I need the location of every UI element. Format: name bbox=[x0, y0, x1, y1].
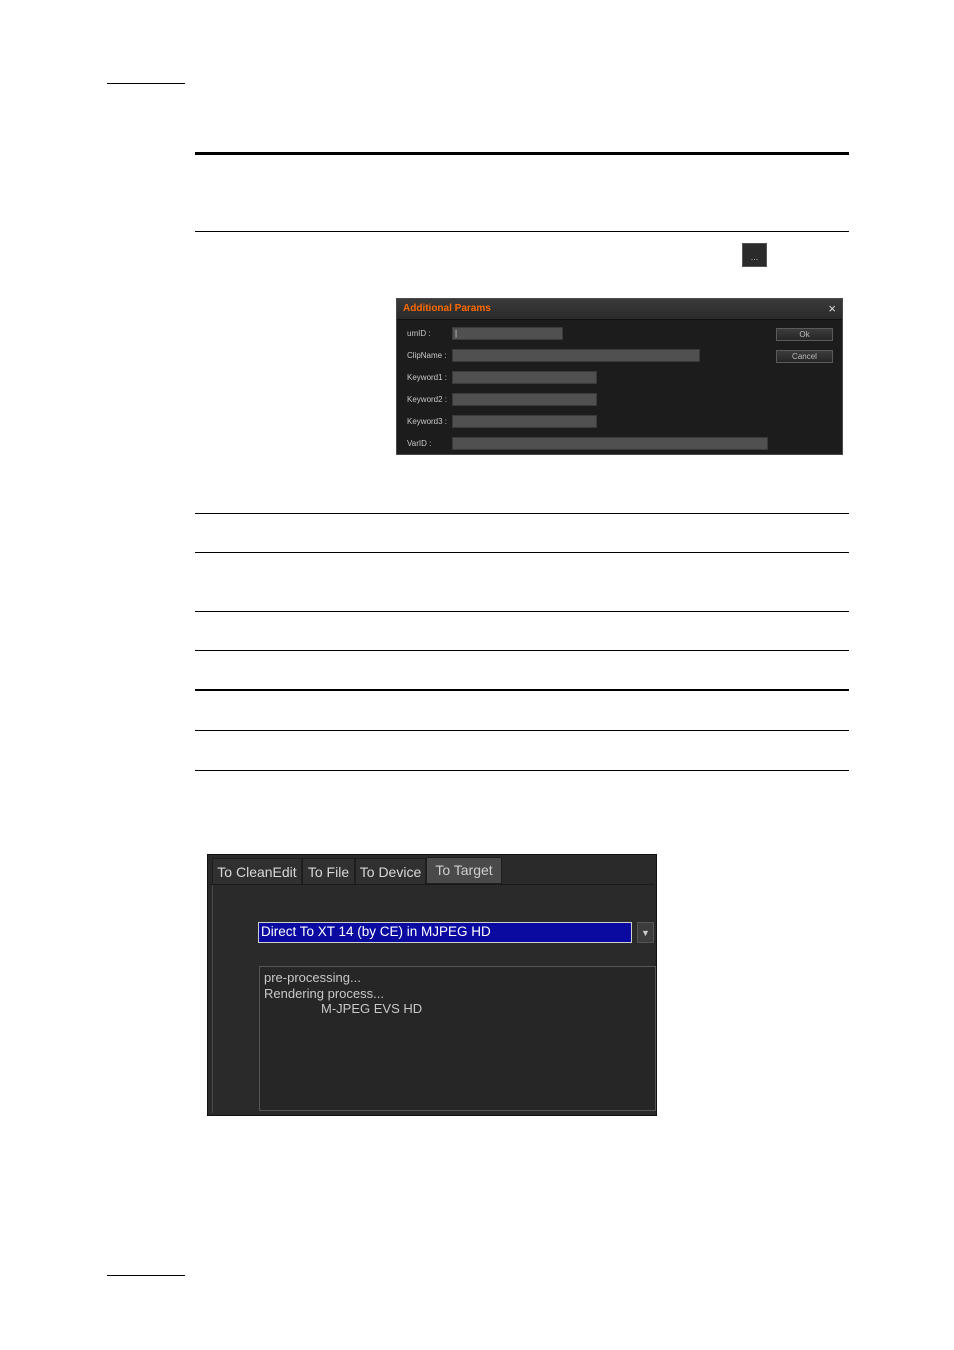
tab-to-cleanedit[interactable]: To CleanEdit bbox=[212, 858, 302, 885]
keyword2-label: Keyword2 : bbox=[407, 395, 448, 404]
table-thick-rule bbox=[195, 689, 849, 691]
table-top-rule bbox=[195, 152, 849, 155]
target-panel: To CleanEdit To File To Device To Target… bbox=[207, 854, 657, 1116]
table-rule bbox=[195, 231, 849, 232]
target-select[interactable]: Direct To XT 14 (by CE) in MJPEG HD bbox=[258, 922, 632, 943]
tab-to-file[interactable]: To File bbox=[302, 858, 355, 885]
tab-divider bbox=[210, 884, 654, 885]
log-line: Rendering process... bbox=[264, 986, 384, 1001]
tab-to-target[interactable]: To Target bbox=[426, 857, 502, 884]
table-rule bbox=[195, 730, 849, 731]
clipname-label: ClipName : bbox=[407, 351, 447, 360]
table-rule bbox=[195, 513, 849, 514]
header-rule bbox=[107, 83, 185, 84]
keyword3-label: Keyword3 : bbox=[407, 417, 448, 426]
table-bottom-rule bbox=[195, 770, 849, 771]
umid-field[interactable]: | bbox=[452, 327, 563, 340]
table-rule bbox=[195, 552, 849, 553]
keyword1-label: Keyword1 : bbox=[407, 373, 448, 382]
clipname-field[interactable] bbox=[452, 349, 700, 362]
ellipsis-button[interactable]: ... bbox=[742, 243, 767, 267]
ok-button[interactable]: Ok bbox=[776, 328, 833, 341]
keyword3-field[interactable] bbox=[452, 415, 597, 428]
keyword2-field[interactable] bbox=[452, 393, 597, 406]
cancel-button[interactable]: Cancel bbox=[776, 350, 833, 363]
table-rule bbox=[195, 611, 849, 612]
umid-label: umID : bbox=[407, 329, 431, 338]
log-line: M-JPEG EVS HD bbox=[321, 1001, 423, 1016]
keyword1-field[interactable] bbox=[452, 371, 597, 384]
dialog-title: Additional Params bbox=[403, 303, 491, 314]
varid-field[interactable] bbox=[452, 437, 768, 450]
dialog-title-bar: Additional Params × bbox=[397, 299, 842, 320]
render-log: pre-processing... Rendering process... M… bbox=[259, 966, 656, 1111]
varid-label: VarID : bbox=[407, 439, 432, 448]
additional-params-dialog: Additional Params × umID : | ClipName : … bbox=[396, 298, 843, 455]
footer-rule bbox=[107, 1275, 185, 1276]
chevron-down-icon[interactable]: ▼ bbox=[637, 922, 654, 943]
panel-inner-border bbox=[212, 885, 213, 1113]
tab-to-device[interactable]: To Device bbox=[355, 858, 426, 885]
close-icon[interactable]: × bbox=[828, 301, 836, 316]
log-line: pre-processing... bbox=[264, 970, 361, 985]
table-rule bbox=[195, 650, 849, 651]
